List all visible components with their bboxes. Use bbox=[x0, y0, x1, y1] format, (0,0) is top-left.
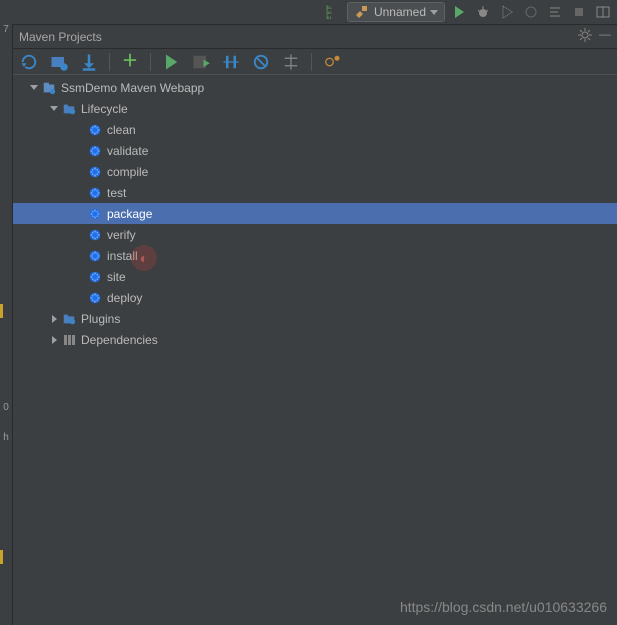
lifecycle-phase-install[interactable]: install bbox=[13, 245, 617, 266]
maven-settings-icon[interactable] bbox=[322, 52, 342, 72]
maven-project-icon bbox=[41, 80, 57, 96]
gutter-char: h bbox=[3, 432, 9, 443]
expand-arrow-icon[interactable] bbox=[27, 85, 41, 90]
show-dependencies-icon[interactable] bbox=[281, 52, 301, 72]
lifecycle-phase-site[interactable]: site bbox=[13, 266, 617, 287]
gear-icon bbox=[87, 227, 103, 243]
project-label: SsmDemo Maven Webapp bbox=[61, 81, 204, 95]
generate-sources-icon[interactable] bbox=[49, 52, 69, 72]
phase-label: compile bbox=[107, 165, 148, 179]
coverage-button[interactable] bbox=[497, 2, 517, 22]
lifecycle-phase-validate[interactable]: validate bbox=[13, 140, 617, 161]
csdn-watermark-icon: ◐ bbox=[131, 245, 157, 271]
code-indicator-icon: 011001 bbox=[323, 2, 343, 22]
lines-icon[interactable] bbox=[545, 2, 565, 22]
separator bbox=[311, 53, 312, 71]
lifecycle-phase-test[interactable]: test bbox=[13, 182, 617, 203]
lifecycle-phase-verify[interactable]: verify bbox=[13, 224, 617, 245]
phase-label: validate bbox=[107, 144, 148, 158]
gear-icon bbox=[87, 269, 103, 285]
dropdown-arrow-icon bbox=[430, 10, 438, 15]
execute-goal-icon[interactable] bbox=[191, 52, 211, 72]
phase-label: clean bbox=[107, 123, 136, 137]
gear-icon bbox=[87, 185, 103, 201]
tree-lifecycle-node[interactable]: Lifecycle bbox=[13, 98, 617, 119]
settings-icon[interactable] bbox=[577, 27, 593, 46]
expand-arrow-icon[interactable] bbox=[47, 106, 61, 111]
gutter-marker bbox=[0, 304, 3, 318]
run-maven-build-icon[interactable] bbox=[161, 52, 181, 72]
run-button[interactable] bbox=[449, 2, 469, 22]
expand-arrow-icon[interactable] bbox=[47, 336, 61, 344]
watermark-text: https://blog.csdn.net/u010633266 bbox=[400, 599, 607, 615]
editor-gutter: 7 0 h bbox=[0, 24, 13, 625]
folder-icon bbox=[61, 101, 77, 117]
dependencies-label: Dependencies bbox=[81, 333, 158, 347]
download-sources-icon[interactable] bbox=[79, 52, 99, 72]
gear-icon bbox=[87, 122, 103, 138]
hammer-icon bbox=[354, 4, 370, 20]
lifecycle-label: Lifecycle bbox=[81, 102, 128, 116]
hide-icon[interactable]: — bbox=[599, 27, 611, 46]
skip-tests-icon[interactable] bbox=[251, 52, 271, 72]
layout-icon[interactable] bbox=[593, 2, 613, 22]
gear-icon bbox=[87, 206, 103, 222]
run-configuration-selector[interactable]: Unnamed bbox=[347, 2, 445, 22]
phase-label: test bbox=[107, 186, 126, 200]
phase-label: site bbox=[107, 270, 126, 284]
maven-tree: SsmDemo Maven Webapp Lifecycle clean val… bbox=[13, 75, 617, 625]
add-maven-project-icon[interactable]: ＋ bbox=[120, 52, 140, 72]
reimport-icon[interactable] bbox=[19, 52, 39, 72]
phase-label: deploy bbox=[107, 291, 142, 305]
panel-title: Maven Projects bbox=[19, 30, 102, 44]
ide-top-toolbar: 011001 Unnamed bbox=[0, 0, 617, 25]
gear-icon bbox=[87, 248, 103, 264]
lifecycle-phase-deploy[interactable]: deploy bbox=[13, 287, 617, 308]
maven-panel-header: Maven Projects — bbox=[13, 25, 617, 49]
profiler-button bbox=[521, 2, 541, 22]
gutter-number: 7 bbox=[3, 24, 9, 35]
toggle-offline-icon[interactable] bbox=[221, 52, 241, 72]
gear-icon bbox=[87, 290, 103, 306]
folder-icon bbox=[61, 311, 77, 327]
run-config-label: Unnamed bbox=[374, 5, 426, 19]
stop-button bbox=[569, 2, 589, 22]
maven-panel-toolbar: ＋ bbox=[13, 49, 617, 75]
phase-label: package bbox=[107, 207, 152, 221]
tree-plugins-node[interactable]: Plugins bbox=[13, 308, 617, 329]
lifecycle-phase-clean[interactable]: clean bbox=[13, 119, 617, 140]
debug-button[interactable] bbox=[473, 2, 493, 22]
lifecycle-phase-package[interactable]: package bbox=[13, 203, 617, 224]
gutter-number: 0 bbox=[3, 402, 9, 413]
gear-icon bbox=[87, 143, 103, 159]
library-icon bbox=[61, 332, 77, 348]
tree-dependencies-node[interactable]: Dependencies bbox=[13, 329, 617, 350]
svg-text:01: 01 bbox=[327, 15, 332, 20]
separator bbox=[150, 53, 151, 71]
tree-project-node[interactable]: SsmDemo Maven Webapp bbox=[13, 77, 617, 98]
phase-label: verify bbox=[107, 228, 136, 242]
separator bbox=[109, 53, 110, 71]
lifecycle-phase-compile[interactable]: compile bbox=[13, 161, 617, 182]
gear-icon bbox=[87, 164, 103, 180]
gutter-marker bbox=[0, 550, 3, 564]
plugins-label: Plugins bbox=[81, 312, 120, 326]
expand-arrow-icon[interactable] bbox=[47, 315, 61, 323]
